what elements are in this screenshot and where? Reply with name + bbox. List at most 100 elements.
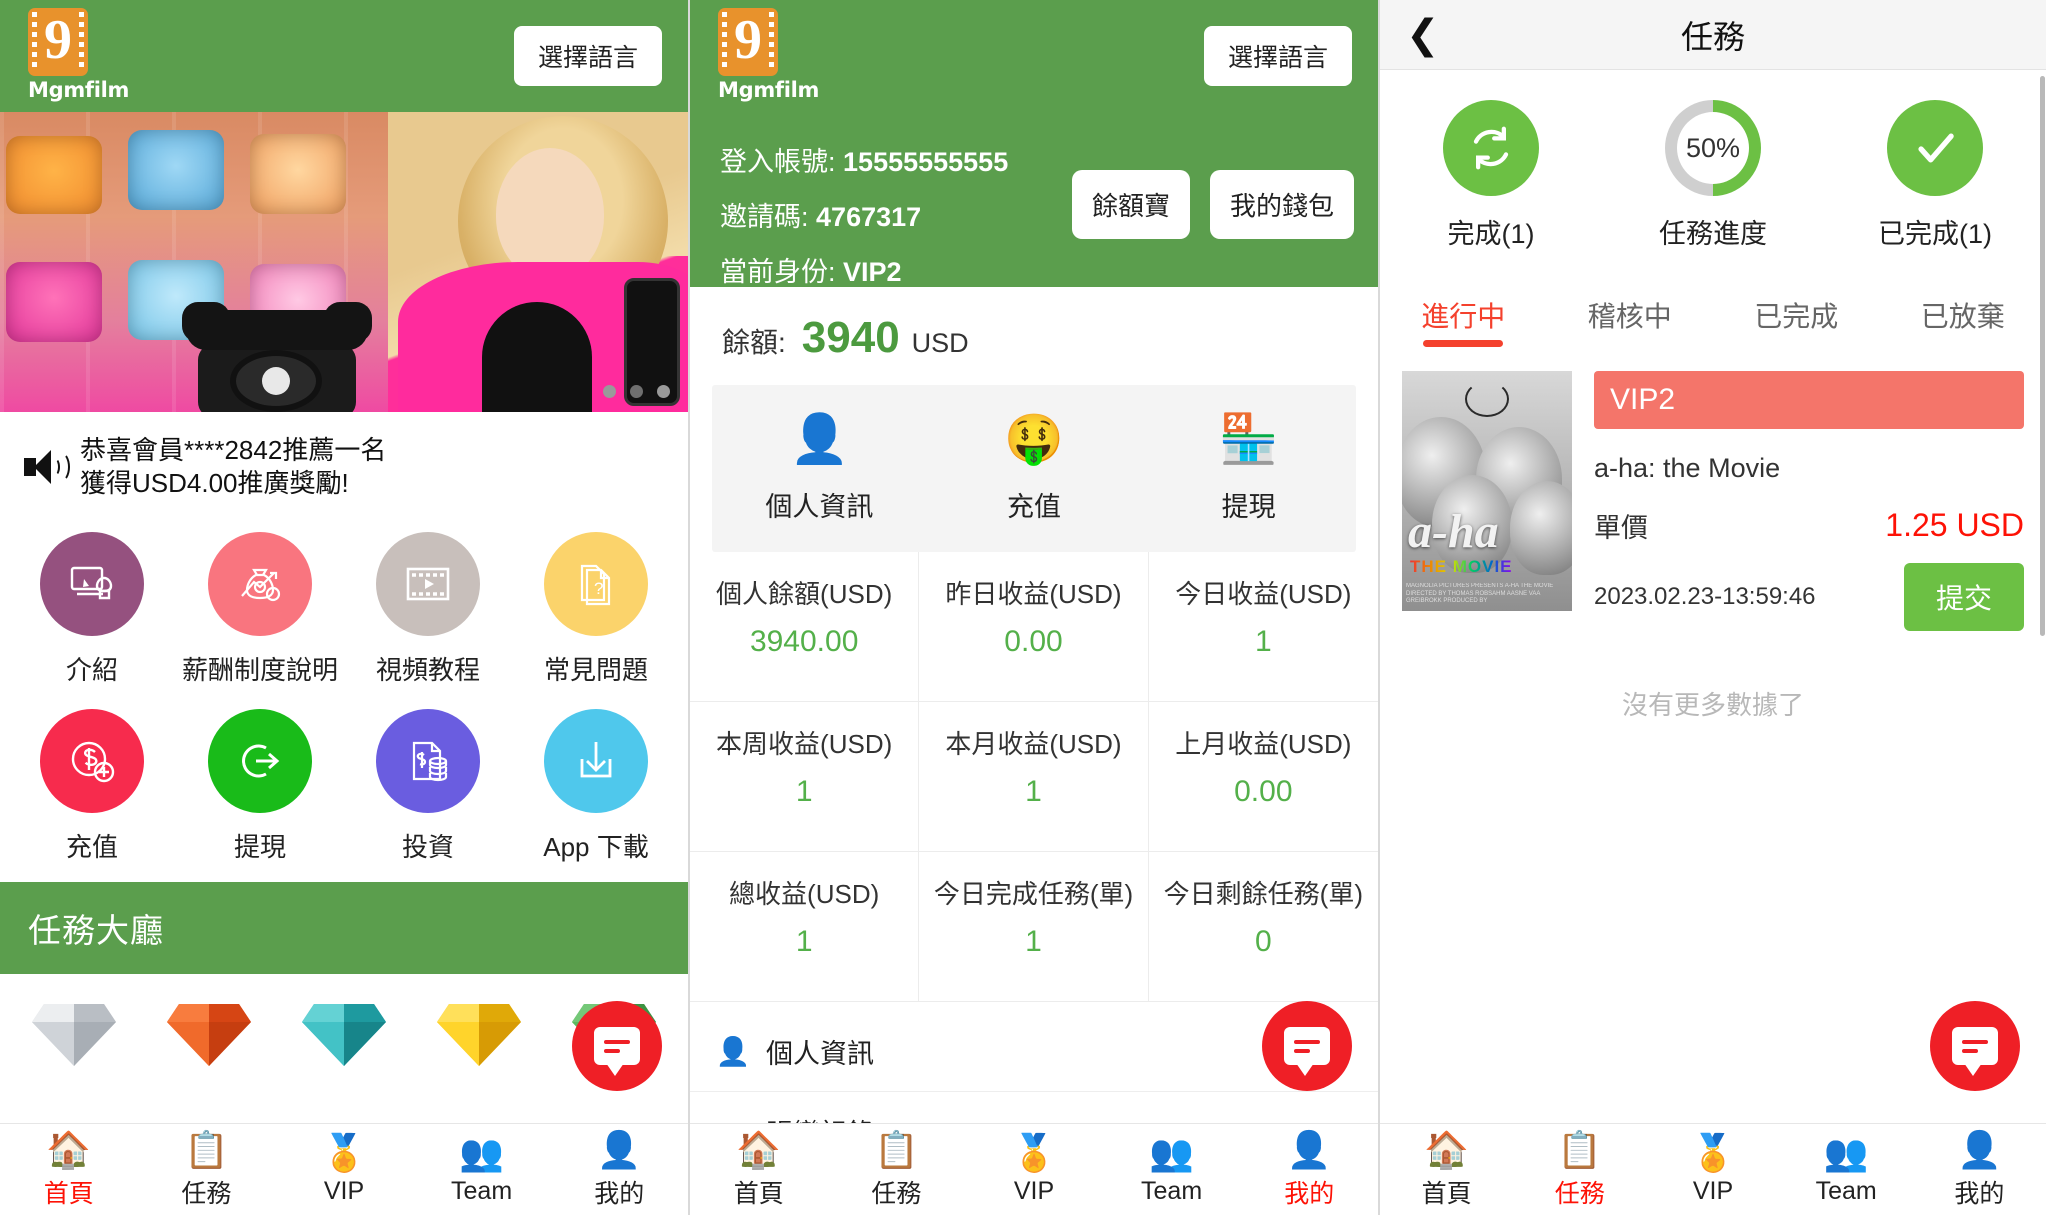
tv-screen [128, 130, 224, 210]
shortcut-intro[interactable]: 介紹 [8, 531, 176, 687]
nav-item-vip[interactable]: 🏅 VIP [965, 1133, 1103, 1206]
banner-dots[interactable] [603, 385, 670, 398]
cash-register-icon: 🏪 [1218, 413, 1279, 466]
language-button-home[interactable]: 選擇語言 [513, 26, 662, 86]
quick-actions: 👤 個人資訊 🤑 充值 🏪 提現 [712, 385, 1356, 552]
stat-cell: 今日收益(USD) 1 [1148, 552, 1378, 702]
shortcut-withdraw[interactable]: 提現 [176, 708, 344, 864]
movie-poster[interactable]: a-ha THE MOVIE MAGNOLIA PICTURES PRESENT… [1402, 371, 1572, 611]
nav-label: 任務 [871, 1179, 922, 1208]
bottom-nav-account: 🏠 首頁 📋 任務 🏅 VIP 👥 Team 👤 我的 [690, 1123, 1378, 1215]
shortcut-label: 投資 [401, 831, 454, 862]
quick-action-withdraw[interactable]: 🏪 提現 [1141, 411, 1356, 524]
gem-orange[interactable] [166, 1000, 251, 1066]
gem-silver[interactable] [31, 1000, 116, 1066]
banner-dot[interactable] [603, 385, 616, 398]
shortcut-label: 充值 [65, 831, 118, 862]
nav-item-home[interactable]: 🏠 首頁 [1380, 1130, 1513, 1210]
home-icon: 🏠 [1424, 1128, 1469, 1170]
stat-value: 1 [795, 774, 813, 808]
poster-figure [1510, 481, 1572, 575]
nav-item-vip[interactable]: 🏅 VIP [275, 1133, 413, 1206]
chat-fab-account[interactable] [1262, 1001, 1352, 1091]
account-info: 登入帳號: 15555555555 邀請碼: 4767317 當前身份: VIP… [720, 140, 1008, 305]
brand-logo: 9 Mgmfilm [28, 8, 129, 102]
quick-action-label: 提現 [1221, 492, 1276, 522]
nav-item-team[interactable]: 👥 Team [1103, 1133, 1241, 1206]
quick-action-profile[interactable]: 👤 個人資訊 [712, 411, 927, 524]
money-hand-icon: 🤑 [1004, 413, 1064, 466]
nav-item-vip[interactable]: 🏅 VIP [1646, 1133, 1779, 1206]
nav-label: VIP [323, 1177, 365, 1205]
tv-screen [6, 136, 102, 214]
shortcut-salary-system[interactable]: 薪酬制度說明 [176, 531, 344, 687]
svg-text:?: ? [594, 579, 603, 598]
logo-glyph: 9 [44, 9, 72, 71]
hero-banner[interactable] [0, 112, 688, 412]
menu-item-label: 個人資訊 [766, 1039, 874, 1069]
team-icon: 👥 [459, 1132, 504, 1173]
tab-under-review[interactable]: 稽核中 [1547, 281, 1714, 347]
tab-completed[interactable]: 已完成 [1713, 281, 1880, 347]
my-wallet-button[interactable]: 我的錢包 [1209, 170, 1354, 239]
panel-account: 9 Mgmfilm 選擇語言 登入帳號: 15555555555 邀請碼: 47… [690, 0, 1380, 1215]
price-label: 單價 [1594, 513, 1648, 543]
task-card-info: VIP2 a-ha: the Movie 單價 1.25 USD 2023.02… [1594, 371, 2024, 631]
progress-ring-wrapper: 50% 任務進度 [1602, 100, 1824, 251]
vip-wreath-icon: 🏅 [1690, 1132, 1736, 1173]
shortcut-video-tutorial[interactable]: 視頻教程 [344, 531, 512, 687]
nav-item-team[interactable]: 👥 Team [1780, 1133, 1913, 1206]
movie-title: a-ha: the Movie [1594, 453, 1781, 483]
nav-item-mine[interactable]: 👤 我的 [550, 1130, 688, 1210]
nav-item-mine[interactable]: 👤 我的 [1913, 1130, 2046, 1210]
language-button-account[interactable]: 選擇語言 [1203, 26, 1352, 86]
stat-cell: 昨日收益(USD) 0.00 [919, 552, 1149, 702]
nav-item-task[interactable]: 📋 任務 [1513, 1130, 1646, 1210]
team-icon: 👥 [1823, 1132, 1869, 1173]
telephone-dial [230, 350, 322, 412]
chat-fab-home[interactable] [572, 1001, 662, 1091]
quick-action-recharge[interactable]: 🤑 充值 [927, 411, 1142, 524]
progress-percent: 50% [1677, 112, 1749, 184]
nav-item-team[interactable]: 👥 Team [413, 1133, 551, 1206]
shortcut-label: 介紹 [65, 654, 118, 685]
person-icon: 👤 [789, 413, 850, 466]
gem-gold[interactable] [437, 1000, 522, 1066]
shortcut-app-download[interactable]: App 下載 [512, 708, 680, 864]
account-number-label: 登入帳號: [720, 147, 836, 177]
quick-action-label: 充值 [1006, 492, 1061, 522]
nav-item-mine[interactable]: 👤 我的 [1240, 1130, 1378, 1210]
nav-label: Team [1141, 1177, 1203, 1205]
back-chevron-icon[interactable]: ❮ [1406, 15, 1440, 55]
vertical-scrollbar[interactable] [2040, 76, 2045, 636]
announcement-bar[interactable]: 恭喜會員****2842推薦一名 獲得USD4.00推廣獎勵! [0, 412, 688, 514]
stat-label: 本月收益(USD) [945, 729, 1122, 759]
stat-value: 1 [795, 924, 813, 958]
submit-button[interactable]: 提交 [1903, 563, 2024, 631]
banner-dot[interactable] [657, 385, 670, 398]
stat-value: 0.00 [1234, 774, 1293, 808]
nav-item-home[interactable]: 🏠 首頁 [0, 1130, 138, 1210]
tab-abandoned[interactable]: 已放棄 [1880, 281, 2047, 347]
invest-coins-icon [400, 733, 456, 789]
shortcut-faq[interactable]: ? 常見問題 [512, 531, 680, 687]
withdraw-arrow-icon [232, 733, 288, 789]
task-card[interactable]: a-ha THE MOVIE MAGNOLIA PICTURES PRESENT… [1380, 347, 2046, 641]
chat-fab-task[interactable] [1930, 1001, 2020, 1091]
banner-dot-active[interactable] [630, 385, 643, 398]
stat-value: 1 [1025, 774, 1042, 808]
shortcut-label: App 下載 [543, 831, 649, 862]
stat-label: 昨日收益(USD) [945, 579, 1122, 609]
tab-in-progress[interactable]: 進行中 [1380, 281, 1547, 347]
nav-item-home[interactable]: 🏠 首頁 [690, 1130, 828, 1210]
gem-teal[interactable] [301, 1000, 386, 1066]
nav-item-task[interactable]: 📋 任務 [138, 1130, 276, 1210]
nav-item-task[interactable]: 📋 任務 [828, 1130, 966, 1210]
festival-laurel-icon [1465, 381, 1509, 417]
invite-code-label: 邀請碼: [720, 202, 809, 232]
shortcut-invest[interactable]: 投資 [344, 708, 512, 864]
shortcut-recharge[interactable]: 充值 [8, 708, 176, 864]
yuebao-button[interactable]: 餘額寶 [1071, 170, 1190, 239]
poster-title: a-ha [1408, 505, 1499, 558]
home-icon: 🏠 [46, 1128, 92, 1170]
